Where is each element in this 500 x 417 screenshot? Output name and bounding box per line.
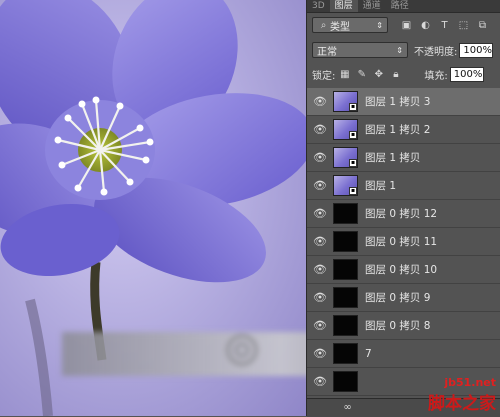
tab-3d[interactable]: 3D [307, 0, 330, 12]
layer-row[interactable]: 👁︎ ▪ 图层 1 拷贝 2 [307, 116, 500, 144]
layer-filter-label: 类型 [330, 21, 350, 33]
layer-name[interactable]: 图层 1 拷贝 3 [365, 94, 430, 109]
watermark-url: jb51.net [444, 376, 496, 389]
search-icon: ⌕ [320, 19, 327, 31]
fill-label: 填充: [424, 70, 448, 82]
filter-smartobject-icon[interactable]: ⧉ [476, 19, 489, 32]
layer-name[interactable]: 图层 0 拷贝 11 [365, 234, 437, 249]
blend-mode-value: 正常 [317, 46, 337, 58]
visibility-eye-icon[interactable]: 👁︎ [307, 375, 333, 388]
lock-all-icon[interactable]: 🔒︎ [389, 68, 402, 81]
layer-name[interactable]: 图层 1 拷贝 2 [365, 122, 430, 137]
layers-panel: 3D 图层 通道 路径 ⌕ 类型 ⇕ ▣ ◐ T ⬚ ⧉ 正常 ⇕ 不透明度: … [306, 0, 500, 417]
visibility-eye-icon[interactable]: 👁︎ [307, 151, 333, 164]
layer-row[interactable]: 👁︎ ▪ 图层 1 拷贝 [307, 144, 500, 172]
lock-position-icon[interactable]: ✥ [372, 68, 385, 81]
blend-mode-select[interactable]: 正常 ⇕ [312, 42, 408, 58]
tab-paths[interactable]: 路径 [386, 0, 414, 12]
layer-row[interactable]: 👁︎ 图层 0 拷贝 9 [307, 284, 500, 312]
filter-shape-icon[interactable]: ⬚ [457, 19, 470, 32]
smart-object-badge-icon: ▪ [349, 103, 357, 111]
layer-thumbnail[interactable]: ▪ [333, 175, 358, 196]
layer-name[interactable]: 图层 0 拷贝 12 [365, 206, 437, 221]
layer-row[interactable]: 👁︎ 图层 0 拷贝 10 [307, 256, 500, 284]
visibility-eye-icon[interactable]: 👁︎ [307, 291, 333, 304]
chevron-updown-icon: ⇕ [376, 20, 383, 30]
layer-row[interactable]: 👁︎ 图层 0 拷贝 8 [307, 312, 500, 340]
visibility-eye-icon[interactable]: 👁︎ [307, 123, 333, 136]
tab-layers[interactable]: 图层 [329, 0, 358, 12]
layer-name[interactable]: 图层 1 拷贝 [365, 150, 420, 165]
layer-row[interactable]: 👁︎ 图层 0 拷贝 12 [307, 200, 500, 228]
layer-name[interactable]: 7 [365, 348, 372, 360]
smart-object-badge-icon: ▪ [349, 187, 357, 195]
layer-thumbnail[interactable] [333, 287, 358, 308]
layer-name[interactable]: 图层 1 [365, 178, 396, 193]
tab-channels[interactable]: 通道 [358, 0, 386, 12]
layer-thumbnail[interactable]: ▪ [333, 91, 358, 112]
layer-thumbnail[interactable] [333, 259, 358, 280]
visibility-eye-icon[interactable]: 👁︎ [307, 347, 333, 360]
layer-thumbnail[interactable]: ▪ [333, 147, 358, 168]
layer-thumbnail[interactable] [333, 231, 358, 252]
panel-tabs: 3D 图层 通道 路径 [307, 0, 500, 13]
layer-thumbnail[interactable]: ▪ [333, 119, 358, 140]
layer-row[interactable]: 👁︎ 图层 0 拷贝 11 [307, 228, 500, 256]
opacity-input[interactable]: 100% [459, 42, 494, 58]
filter-text-icon[interactable]: T [438, 19, 451, 32]
layer-thumbnail[interactable] [333, 343, 358, 364]
layer-row[interactable]: 👁︎ ▪ 图层 1 拷贝 3 [307, 88, 500, 116]
smart-object-badge-icon: ▪ [349, 131, 357, 139]
filter-pixel-icon[interactable]: ▣ [400, 19, 413, 32]
layer-thumbnail[interactable] [333, 315, 358, 336]
layer-name[interactable]: 图层 0 拷贝 9 [365, 290, 430, 305]
watermark-name: 脚本之家 [428, 394, 496, 414]
link-layers-icon[interactable]: ∞ [341, 401, 354, 414]
lock-paint-icon[interactable]: ✎ [355, 68, 368, 81]
visibility-eye-icon[interactable]: 👁︎ [307, 235, 333, 248]
visibility-eye-icon[interactable]: 👁︎ [307, 263, 333, 276]
filter-adjustment-icon[interactable]: ◐ [419, 19, 432, 32]
fill-input[interactable]: 100% [449, 66, 484, 82]
layer-thumbnail[interactable] [333, 203, 358, 224]
opacity-label: 不透明度: [414, 46, 458, 58]
layer-filter-select[interactable]: ⌕ 类型 ⇕ [312, 17, 388, 33]
layer-row[interactable]: 👁︎ 7 [307, 340, 500, 368]
visibility-eye-icon[interactable]: 👁︎ [307, 95, 333, 108]
lock-transparent-icon[interactable]: ▦ [338, 68, 351, 81]
layer-thumbnail[interactable] [333, 371, 358, 392]
visibility-eye-icon[interactable]: 👁︎ [307, 179, 333, 192]
smart-object-badge-icon: ▪ [349, 159, 357, 167]
visibility-eye-icon[interactable]: 👁︎ [307, 207, 333, 220]
layer-row[interactable]: 👁︎ ▪ 图层 1 [307, 172, 500, 200]
watermark: jb51.net 脚本之家 [428, 376, 496, 414]
visibility-eye-icon[interactable]: 👁︎ [307, 319, 333, 332]
layer-name[interactable]: 图层 0 拷贝 8 [365, 318, 430, 333]
chevron-updown-icon: ⇕ [396, 45, 403, 55]
layer-name[interactable]: 图层 0 拷贝 10 [365, 262, 437, 277]
lock-label: 锁定: [312, 70, 336, 82]
